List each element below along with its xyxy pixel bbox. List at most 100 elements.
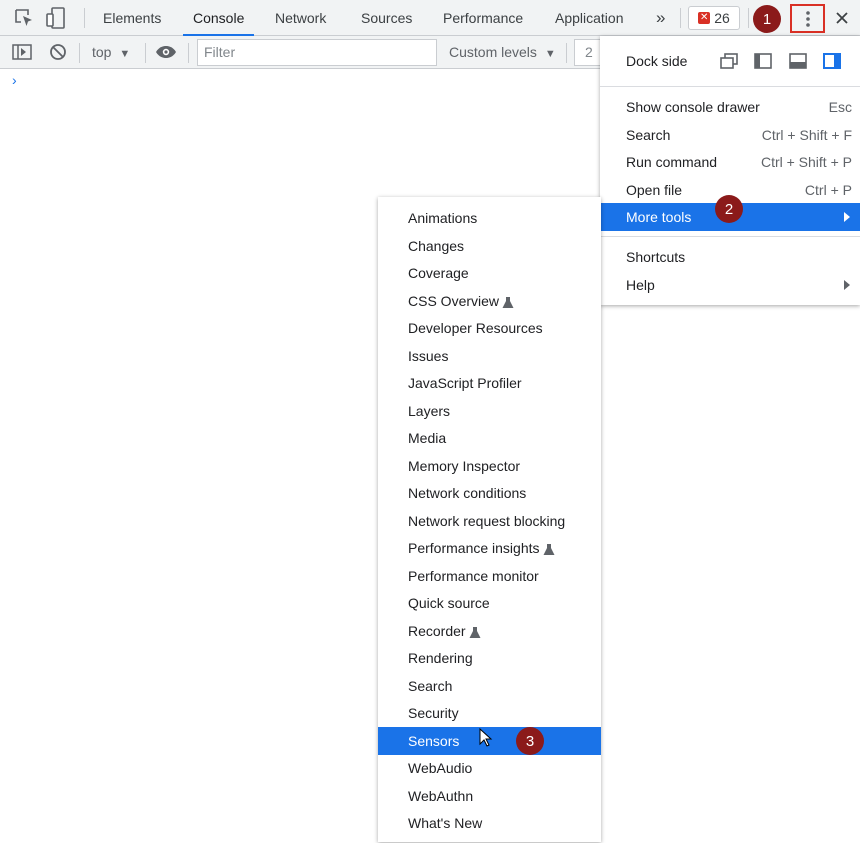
error-icon: ✕ bbox=[698, 12, 711, 24]
menu-item-show-console-drawer[interactable]: Show console drawer Esc bbox=[600, 93, 860, 121]
menu-item-shortcuts[interactable]: Shortcuts bbox=[600, 243, 860, 271]
submenu-item-label: Layers bbox=[408, 403, 451, 419]
dropdown-arrow-icon: ▼ bbox=[119, 48, 131, 60]
submenu-item-quick-source[interactable]: Quick source bbox=[378, 589, 601, 617]
menu-item-label: Shortcuts bbox=[626, 249, 686, 265]
submenu-item-coverage[interactable]: Coverage bbox=[378, 259, 601, 287]
toolbar-divider bbox=[145, 43, 146, 63]
inspect-element-icon[interactable] bbox=[12, 6, 36, 30]
submenu-item-network-request-blocking[interactable]: Network request blocking bbox=[378, 507, 601, 535]
submenu-item-whats-new[interactable]: What's New bbox=[378, 809, 601, 837]
submenu-item-label: Performance insights bbox=[408, 534, 555, 562]
submenu-item-developer-resources[interactable]: Developer Resources bbox=[378, 314, 601, 342]
submenu-item-security[interactable]: Security bbox=[378, 699, 601, 727]
step-marker-3: 3 bbox=[516, 727, 544, 755]
toolbar-divider bbox=[79, 43, 80, 63]
customize-menu-button[interactable] bbox=[790, 4, 825, 33]
submenu-item-layers[interactable]: Layers bbox=[378, 397, 601, 425]
tab-console[interactable]: Console bbox=[183, 0, 255, 36]
toolbar-divider bbox=[188, 43, 189, 63]
context-label: top bbox=[92, 44, 112, 60]
submenu-item-label: JavaScript Profiler bbox=[408, 375, 522, 391]
context-selector[interactable]: top ▼ bbox=[92, 36, 130, 69]
submenu-item-performance-insights[interactable]: Performance insights bbox=[378, 534, 601, 562]
toolbar-divider bbox=[748, 8, 749, 28]
submenu-item-issues[interactable]: Issues bbox=[378, 342, 601, 370]
submenu-item-performance-monitor[interactable]: Performance monitor bbox=[378, 562, 601, 590]
submenu-item-network-conditions[interactable]: Network conditions bbox=[378, 479, 601, 507]
submenu-item-animations[interactable]: Animations bbox=[378, 204, 601, 232]
submenu-item-label: Network conditions bbox=[408, 485, 527, 501]
submenu-item-text: Recorder bbox=[408, 623, 466, 639]
menu-divider bbox=[600, 236, 860, 237]
submenu-item-label: Memory Inspector bbox=[408, 458, 521, 474]
show-sidebar-icon[interactable] bbox=[10, 40, 34, 64]
filter-input[interactable]: Filter bbox=[197, 39, 437, 66]
menu-item-label: More tools bbox=[626, 209, 692, 225]
experiment-flask-icon bbox=[543, 543, 555, 555]
submenu-item-label: Coverage bbox=[408, 265, 469, 281]
menu-item-label: Run command bbox=[626, 154, 718, 170]
submenu-item-javascript-profiler[interactable]: JavaScript Profiler bbox=[378, 369, 601, 397]
dock-bottom-icon[interactable] bbox=[789, 53, 807, 69]
submenu-item-label: Quick source bbox=[408, 595, 490, 611]
submenu-item-label: Sensors bbox=[408, 733, 460, 749]
submenu-item-changes[interactable]: Changes bbox=[378, 232, 601, 260]
kebab-icon bbox=[805, 10, 810, 27]
live-expression-eye-icon[interactable] bbox=[154, 40, 178, 64]
submenu-item-label: Media bbox=[408, 430, 447, 446]
submenu-item-memory-inspector[interactable]: Memory Inspector bbox=[378, 452, 601, 480]
mouse-cursor-icon bbox=[479, 727, 493, 751]
more-tabs-chevron-icon[interactable]: » bbox=[646, 0, 675, 36]
menu-item-label: Help bbox=[626, 277, 655, 293]
tab-network[interactable]: Network bbox=[265, 0, 336, 36]
submenu-item-label: Security bbox=[408, 705, 459, 721]
tab-performance[interactable]: Performance bbox=[433, 0, 533, 36]
customize-menu: Dock side Show console drawer Esc Search… bbox=[600, 36, 860, 305]
dock-right-icon[interactable] bbox=[823, 53, 841, 69]
submenu-item-search[interactable]: Search bbox=[378, 672, 601, 700]
submenu-item-label: CSS Overview bbox=[408, 287, 514, 315]
close-devtools-icon[interactable] bbox=[830, 6, 854, 30]
submenu-item-webauthn[interactable]: WebAuthn bbox=[378, 782, 601, 810]
tab-elements[interactable]: Elements bbox=[93, 0, 171, 36]
menu-item-shortcut: Ctrl + P bbox=[804, 182, 852, 198]
clear-console-icon[interactable] bbox=[46, 40, 70, 64]
issues-count: 26 bbox=[714, 10, 730, 26]
tab-application[interactable]: Application bbox=[545, 0, 634, 36]
submenu-item-webaudio[interactable]: WebAudio bbox=[378, 754, 601, 782]
submenu-item-recorder[interactable]: Recorder bbox=[378, 617, 601, 645]
menu-item-run-command[interactable]: Run command Ctrl + Shift + P bbox=[600, 148, 860, 176]
dropdown-arrow-icon: ▼ bbox=[544, 48, 556, 60]
submenu-item-label: WebAuthn bbox=[408, 788, 474, 804]
menu-item-help[interactable]: Help bbox=[600, 271, 860, 299]
tab-sources[interactable]: Sources bbox=[351, 0, 422, 36]
toolbar-divider bbox=[566, 43, 567, 63]
menu-item-shortcut: Ctrl + Shift + P bbox=[760, 154, 852, 170]
submenu-item-label: Rendering bbox=[408, 650, 473, 666]
experiment-flask-icon bbox=[469, 626, 481, 638]
submenu-item-label: Developer Resources bbox=[408, 320, 543, 336]
dock-left-icon[interactable] bbox=[754, 53, 772, 69]
devtools-tab-bar: Elements Console Network Sources Perform… bbox=[0, 0, 860, 36]
issues-counter[interactable]: ✕ 26 bbox=[688, 6, 740, 30]
undock-icon[interactable] bbox=[720, 53, 738, 69]
submenu-item-label: Changes bbox=[408, 238, 465, 254]
submenu-item-label: Performance monitor bbox=[408, 568, 539, 584]
toolbar-divider bbox=[680, 8, 681, 28]
console-prompt-chevron-icon[interactable]: › bbox=[12, 72, 17, 88]
menu-item-search[interactable]: Search Ctrl + Shift + F bbox=[600, 121, 860, 149]
menu-item-shortcut: Ctrl + Shift + F bbox=[761, 127, 852, 143]
submenu-item-label: Search bbox=[408, 678, 453, 694]
more-tools-submenu: Animations Changes Coverage CSS Overview… bbox=[378, 197, 601, 842]
experiment-flask-icon bbox=[502, 296, 514, 308]
submenu-item-label: WebAudio bbox=[408, 760, 473, 776]
submenu-item-media[interactable]: Media bbox=[378, 424, 601, 452]
submenu-item-css-overview[interactable]: CSS Overview bbox=[378, 287, 601, 315]
submenu-item-rendering[interactable]: Rendering bbox=[378, 644, 601, 672]
submenu-item-text: CSS Overview bbox=[408, 293, 500, 309]
step-marker-2: 2 bbox=[715, 195, 743, 223]
device-toolbar-icon[interactable] bbox=[44, 6, 68, 30]
submenu-item-label: Animations bbox=[408, 210, 478, 226]
log-levels-dropdown[interactable]: Custom levels ▼ bbox=[449, 36, 556, 69]
